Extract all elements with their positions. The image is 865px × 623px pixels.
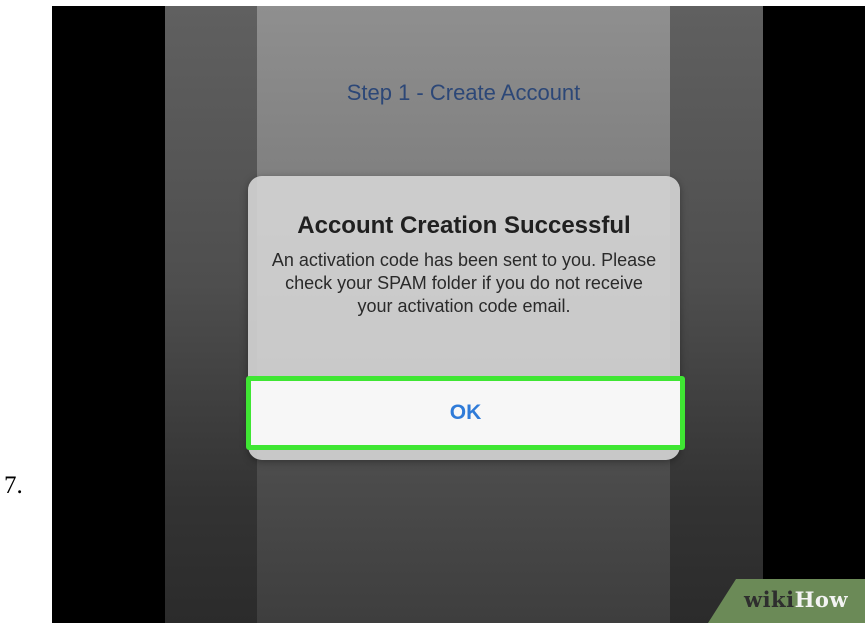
watermark-logo-text: wikiHow: [744, 587, 848, 612]
phone-screen: Step 1 - Create Account Account Creation…: [165, 6, 763, 623]
alert-message: An activation code has been sent to you.…: [271, 250, 657, 316]
watermark-how: How: [794, 587, 849, 612]
alert-title: Account Creation Successful: [297, 212, 631, 239]
ok-button-label: OK: [449, 401, 482, 424]
watermark-wiki: wiki: [744, 587, 795, 612]
step-number: 7.: [4, 472, 23, 499]
ok-button[interactable]: OK: [246, 376, 685, 450]
step-title: Step 1 - Create Account: [346, 80, 581, 105]
screenshot-frame: Step 1 - Create Account Account Creation…: [52, 6, 865, 623]
